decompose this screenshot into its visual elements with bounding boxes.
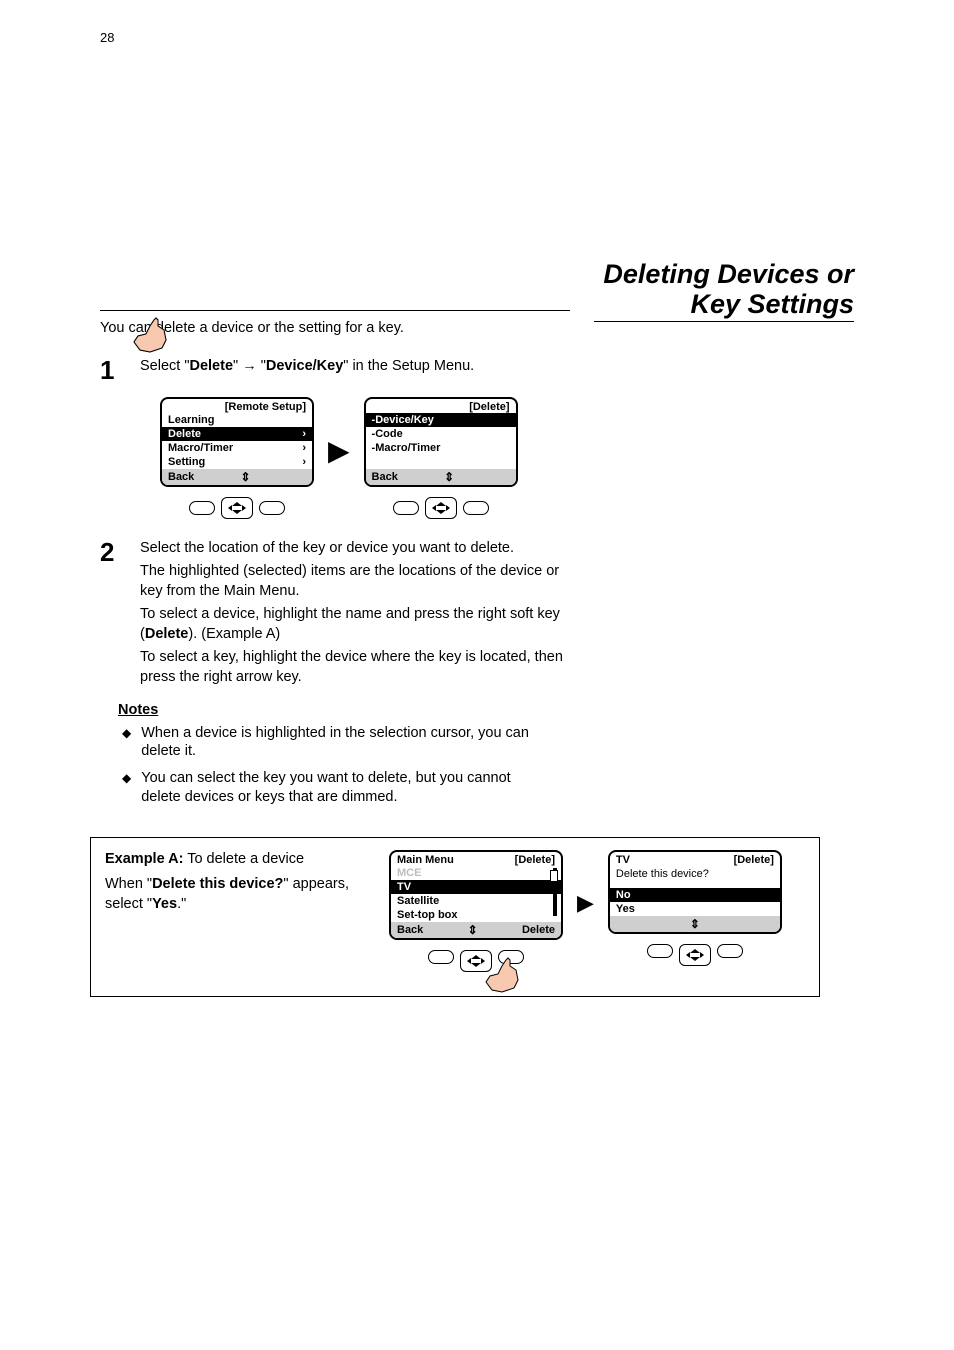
lcd-header: Main Menu[Delete] [391,852,561,866]
diamond-icon: ◆ [122,769,131,807]
diamond-icon: ◆ [122,724,131,762]
screens-row-1: [Remote Setup] Learning Delete› Macro/Ti… [160,397,570,519]
nav-pad[interactable] [679,944,711,966]
lcd-item-selected: No [610,888,780,902]
lcd-footer: Back⇕Delete [391,922,561,938]
lcd-delete-menu: [Delete] -Device/Key -Code -Macro/Timer … [364,397,518,487]
lcd-item: -Macro/Timer [366,441,516,455]
lcd-footer: ⇕ [610,916,780,932]
lcd-item: Macro/Timer› [162,441,312,455]
step-text: Select the location of the key or device… [140,539,570,688]
button-row [393,497,489,519]
nav-pad[interactable] [221,497,253,519]
notes-heading: Notes [118,702,570,718]
rule [100,310,570,311]
lcd-item: Yes [610,902,780,916]
soft-key-left[interactable] [647,944,673,958]
lcd-prompt: Delete this device? [610,866,780,882]
lcd-confirm-delete: TV[Delete] Delete this device? No Yes ⇕ [608,850,782,934]
step-text: Select "Delete" → "Device/Key" in the Se… [140,357,474,383]
soft-key-right[interactable] [463,501,489,515]
step-number: 2 [100,539,128,688]
lcd-item-dimmed: MCE [391,866,561,880]
lcd-remote-setup: [Remote Setup] Learning Delete› Macro/Ti… [160,397,314,487]
note-1: ◆ When a device is highlighted in the se… [122,724,552,762]
pointing-hand-icon [482,956,526,996]
example-a-box: Example A: To delete a device When "Dele… [90,837,820,997]
lcd-title: [Delete] [366,399,516,413]
note-2: ◆ You can select the key you want to del… [122,769,552,807]
section-heading: Deleting Devices or Key Settings [594,260,854,322]
button-row [396,950,556,972]
lcd-item: Satellite [391,894,561,908]
button-row [615,944,775,966]
scrollbar-thumb[interactable] [550,870,558,882]
page-number: 28 [100,30,114,45]
lcd-title: [Remote Setup] [162,399,312,413]
lcd-main-menu-delete: Main Menu[Delete] MCE TV Satellite Set-t… [389,850,563,940]
lcd-item-selected: Delete› [162,427,312,441]
soft-key-left[interactable] [428,950,454,964]
soft-key-left[interactable] [189,501,215,515]
soft-key-right[interactable] [717,944,743,958]
pointing-hand-icon [130,316,174,356]
soft-key-right[interactable] [259,501,285,515]
soft-key-left[interactable] [393,501,419,515]
step-number: 1 [100,357,128,383]
lcd-item-selected: TV [391,880,561,894]
lcd-item: Setting› [162,455,312,469]
button-row [189,497,285,519]
step-2: 2 Select the location of the key or devi… [100,539,570,688]
lcd-spacer [366,455,516,469]
lcd-footer: Back⇕ [162,469,312,485]
arrow-icon: ▶ [328,397,350,465]
lcd-item: Learning [162,413,312,427]
nav-pad[interactable] [425,497,457,519]
example-text: Example A: To delete a device When "Dele… [105,850,375,915]
lcd-header: TV[Delete] [610,852,780,866]
arrow-icon: ▶ [577,850,594,916]
lcd-item: -Code [366,427,516,441]
lcd-footer: Back⇕ [366,469,516,485]
lcd-item-selected: -Device/Key [366,413,516,427]
lcd-item: Set-top box [391,908,561,922]
